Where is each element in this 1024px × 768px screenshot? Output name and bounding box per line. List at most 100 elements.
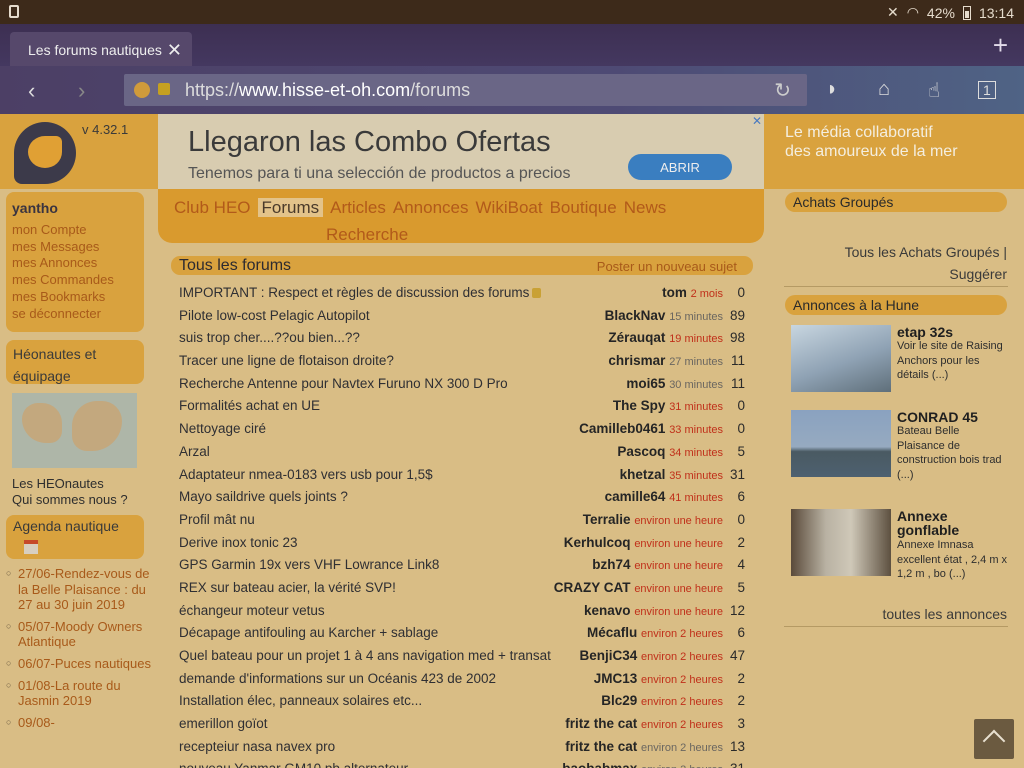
link-all-ads[interactable]: toutes les annonces	[882, 603, 1007, 625]
topic-row[interactable]: Nettoyage ciré Camilleb0461 33 minutes 0	[179, 420, 745, 443]
nav-forums[interactable]: Forums	[257, 198, 324, 217]
topic-author[interactable]: Terralie	[583, 512, 631, 527]
topic-title[interactable]: Quel bateau pour un projet 1 à 4 ans nav…	[179, 648, 551, 663]
ad-name[interactable]: Annexe gonflable	[897, 509, 1009, 537]
agenda-event[interactable]: 01/08-La route du Jasmin 2019	[6, 678, 154, 709]
topic-author[interactable]: Camilleb0461	[579, 421, 665, 436]
topic-title[interactable]: Mayo saildrive quels joints ?	[179, 489, 348, 504]
topic-title[interactable]: Décapage antifouling au Karcher + sablag…	[179, 625, 438, 640]
ad-photo[interactable]	[791, 410, 891, 477]
tabs-count-icon[interactable]: 1	[978, 81, 996, 99]
featured-ad[interactable]: CONRAD 45 Bateau Belle Plaisance de cons…	[791, 410, 1013, 481]
topic-author[interactable]: chrismar	[608, 353, 665, 368]
link-mon-compte[interactable]: mon Compte	[12, 222, 138, 239]
topic-author[interactable]: kenavo	[584, 603, 631, 618]
topic-title[interactable]: Tracer une ligne de flotaison droite?	[179, 353, 394, 368]
topic-title[interactable]: nouveau Yanmar GM10 pb alternateur	[179, 761, 408, 768]
topic-row[interactable]: demande d'informations sur un Océanis 42…	[179, 670, 745, 693]
topic-author[interactable]: camille64	[605, 489, 666, 504]
topic-row[interactable]: suis trop cher....??ou bien...?? Zérauqat…	[179, 329, 745, 352]
link-suggest[interactable]: Suggérer	[845, 263, 1007, 285]
nav-recherche[interactable]: Recherche	[326, 225, 408, 244]
nav-boutique[interactable]: Boutique	[550, 198, 617, 217]
site-logo-icon[interactable]	[14, 122, 76, 184]
topic-author[interactable]: baobabmax	[562, 761, 637, 768]
featured-ad[interactable]: Annexe gonflable Annexe Imnasa excellent…	[791, 509, 1013, 580]
ad-photo[interactable]	[791, 509, 891, 576]
link-les-heonautes[interactable]: Les HEOnautes	[12, 476, 128, 492]
nav-wikiboat[interactable]: WikiBoat	[476, 198, 543, 217]
topic-row[interactable]: Mayo saildrive quels joints ? camille64 4…	[179, 488, 745, 511]
topic-row[interactable]: Décapage antifouling au Karcher + sablag…	[179, 624, 745, 647]
topic-author[interactable]: fritz the cat	[565, 716, 637, 731]
topic-title[interactable]: GPS Garmin 19x vers VHF Lowrance Link8	[179, 557, 439, 572]
agenda-box[interactable]: Agenda nautique	[6, 515, 144, 559]
ad-open-button[interactable]: ABRIR	[628, 154, 732, 180]
topic-row[interactable]: GPS Garmin 19x vers VHF Lowrance Link8 bz…	[179, 556, 745, 579]
topic-title[interactable]: emerillon goïot	[179, 716, 268, 731]
topic-row[interactable]: IMPORTANT : Respect et règles de discuss…	[179, 284, 745, 307]
topic-row[interactable]: Tracer une ligne de flotaison droite? chr…	[179, 352, 745, 375]
forward-icon[interactable]: ›	[78, 78, 85, 104]
topic-row[interactable]: Recherche Antenne pour Navtex Furuno NX …	[179, 375, 745, 398]
topic-author[interactable]: khetzal	[620, 467, 666, 482]
topic-title[interactable]: IMPORTANT : Respect et règles de discuss…	[179, 285, 542, 300]
topic-title[interactable]: Derive inox tonic 23	[179, 535, 298, 550]
topic-row[interactable]: Adaptateur nmea-0183 vers usb pour 1,5$ k…	[179, 466, 745, 489]
link-all-group-buys[interactable]: Tous les Achats Groupés |	[845, 241, 1007, 263]
link-qui-sommes-nous[interactable]: Qui sommes nous ?	[12, 492, 128, 508]
username[interactable]: yantho	[12, 200, 138, 216]
topic-author[interactable]: Pascoq	[617, 444, 665, 459]
post-new-topic-link[interactable]: Poster un nouveau sujet	[597, 259, 737, 274]
topic-title[interactable]: échangeur moteur vetus	[179, 603, 325, 618]
gesture-icon[interactable]: ☝	[928, 78, 940, 103]
link-deconnecter[interactable]: se déconnecter	[12, 306, 138, 323]
topic-title[interactable]: Recherche Antenne pour Navtex Furuno NX …	[179, 376, 508, 391]
topic-row[interactable]: Derive inox tonic 23 Kerhulcoq environ un…	[179, 534, 745, 557]
topic-row[interactable]: nouveau Yanmar GM10 pb alternateur baobab…	[179, 760, 745, 768]
agenda-event[interactable]: 27/06-Rendez-vous de la Belle Plaisance …	[6, 566, 154, 613]
members-map[interactable]	[12, 393, 137, 468]
topic-row[interactable]: Arzal Pascoq 34 minutes 5	[179, 443, 745, 466]
topic-author[interactable]: Kerhulcoq	[564, 535, 631, 550]
topic-author[interactable]: bzh74	[592, 557, 630, 572]
topic-author[interactable]: CRAZY CAT	[554, 580, 631, 595]
reload-icon[interactable]: ↻	[774, 78, 791, 103]
ad-close-icon[interactable]: ✕	[752, 114, 762, 128]
new-tab-icon[interactable]: +	[993, 32, 1008, 58]
ad-name[interactable]: CONRAD 45	[897, 410, 978, 424]
browser-tab[interactable]: Les forums nautiques ✕	[10, 32, 192, 66]
topic-author[interactable]: Zérauqat	[608, 330, 665, 345]
topic-author[interactable]: moi65	[626, 376, 665, 391]
ad-photo[interactable]	[791, 325, 891, 392]
topic-row[interactable]: Pilote low-cost Pelagic Autopilot BlackNa…	[179, 307, 745, 330]
url-field[interactable]: https://www.hisse-et-oh.com/forums ↻	[124, 74, 807, 106]
link-mes-messages[interactable]: mes Messages	[12, 239, 138, 256]
featured-ads-header[interactable]: Annonces à la Hune	[785, 295, 1007, 315]
topic-title[interactable]: Installation élec, panneaux solaires etc…	[179, 693, 422, 708]
topic-title[interactable]: Pilote low-cost Pelagic Autopilot	[179, 308, 370, 323]
topic-row[interactable]: échangeur moteur vetus kenavo environ une…	[179, 602, 745, 625]
heonautes-box[interactable]: Héonautes et équipage	[6, 340, 144, 384]
home-icon[interactable]: ⌂	[878, 78, 890, 101]
topic-row[interactable]: emerillon goïot fritz the cat environ 2 h…	[179, 715, 745, 738]
topic-title[interactable]: Nettoyage ciré	[179, 421, 266, 436]
link-mes-bookmarks[interactable]: mes Bookmarks	[12, 289, 138, 306]
ad-name[interactable]: etap 32s	[897, 325, 953, 339]
agenda-event[interactable]: 09/08-	[6, 715, 154, 731]
topic-row[interactable]: REX sur bateau acier, la vérité SVP! CRAZ…	[179, 579, 745, 602]
topic-author[interactable]: JMC13	[594, 671, 638, 686]
link-mes-annonces[interactable]: mes Annonces	[12, 255, 138, 272]
topic-title[interactable]: suis trop cher....??ou bien...??	[179, 330, 360, 345]
topic-title[interactable]: Profil mât nu	[179, 512, 255, 527]
topic-title[interactable]: REX sur bateau acier, la vérité SVP!	[179, 580, 396, 595]
topic-author[interactable]: The Spy	[613, 398, 666, 413]
scroll-to-top-button[interactable]	[974, 719, 1014, 759]
group-buys-header[interactable]: Achats Groupés	[785, 192, 1007, 212]
topic-author[interactable]: fritz the cat	[565, 739, 637, 754]
topic-row[interactable]: Formalités achat en UE The Spy 31 minutes…	[179, 397, 745, 420]
topic-title[interactable]: Formalités achat en UE	[179, 398, 320, 413]
nav-articles[interactable]: Articles	[330, 198, 386, 217]
nav-club-heo[interactable]: Club HEO	[174, 198, 251, 217]
back-icon[interactable]: ‹	[28, 78, 35, 104]
